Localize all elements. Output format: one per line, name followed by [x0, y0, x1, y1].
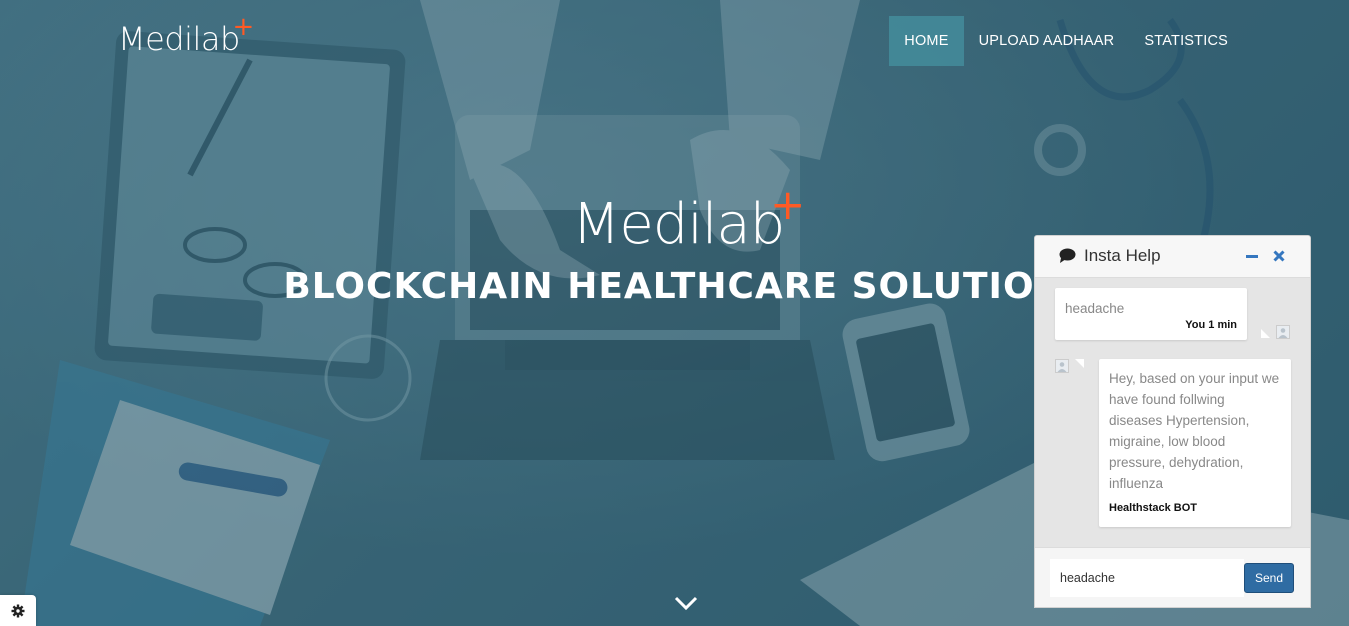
chevron-down-icon[interactable]	[674, 594, 698, 612]
chat-input[interactable]	[1050, 559, 1244, 597]
chat-message-user: headache You 1 min	[1055, 288, 1247, 340]
minimize-icon[interactable]	[1246, 255, 1258, 258]
hero-logo-plus: +	[770, 180, 805, 229]
message-pointer	[1261, 329, 1270, 338]
chat-message-meta: Healthstack BOT	[1109, 502, 1198, 514]
chat-widget: Insta Help headache You 1 min Hey, based…	[1034, 235, 1311, 608]
chat-message-meta: You 1 min	[1185, 319, 1237, 331]
close-icon[interactable]	[1273, 250, 1285, 262]
chat-header: Insta Help	[1035, 236, 1310, 278]
hero-logo: Medilab +	[572, 180, 805, 257]
chat-message-text: Hey, based on your input we have found f…	[1109, 371, 1280, 491]
hero-title-text: BLOCKCHAIN HEALTHCARE SOLUTION	[283, 266, 1066, 307]
nav-upload-aadhaar[interactable]: UPLOAD AADHAAR	[964, 16, 1130, 66]
settings-button[interactable]	[0, 595, 36, 626]
chat-message-bot: Hey, based on your input we have found f…	[1099, 359, 1291, 527]
user-avatar-icon	[1276, 325, 1290, 339]
logo-plus: +	[232, 12, 255, 42]
logo-text: Medilab	[118, 20, 240, 58]
main-nav: HOME UPLOAD AADHAAR STATISTICS	[889, 16, 1243, 66]
send-button[interactable]: Send	[1244, 563, 1294, 593]
bot-avatar-icon	[1055, 359, 1069, 373]
nav-home[interactable]: HOME	[889, 16, 964, 66]
chat-footer: Send	[1035, 547, 1310, 607]
site-logo[interactable]: Medilab +	[118, 12, 254, 58]
message-pointer	[1075, 359, 1084, 368]
chat-title: Insta Help	[1084, 246, 1161, 265]
gear-icon	[11, 604, 25, 617]
nav-statistics[interactable]: STATISTICS	[1129, 16, 1243, 66]
comment-icon	[1059, 248, 1076, 263]
hero-logo-text: Medilab	[572, 192, 785, 257]
